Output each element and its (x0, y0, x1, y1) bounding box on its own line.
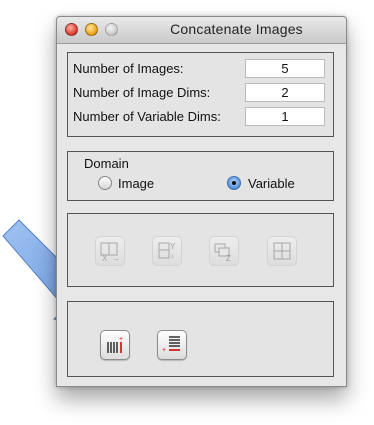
concat-y-icon: Y ↓ (158, 242, 176, 260)
window-title: Concatenate Images (170, 21, 303, 37)
append-variable-row-icon: + (162, 336, 180, 354)
num-variable-dims-label: Number of Variable Dims: (73, 109, 221, 124)
concat-z-button[interactable]: Z (209, 236, 239, 266)
svg-text:Y: Y (170, 242, 176, 251)
close-icon[interactable] (65, 23, 78, 36)
grid-tile-icon (273, 242, 291, 260)
svg-text:+: + (119, 336, 123, 343)
append-variable-column-button[interactable]: + (100, 330, 130, 360)
zoom-icon[interactable] (105, 23, 118, 36)
svg-text:+: + (162, 347, 166, 354)
num-images-row: Number of Images: 5 (68, 59, 333, 79)
num-image-dims-label: Number of Image Dims: (73, 85, 211, 100)
num-image-dims-row: Number of Image Dims: 2 (68, 83, 333, 103)
svg-text:↓: ↓ (170, 251, 174, 260)
radio-variable[interactable] (227, 176, 241, 190)
svg-text:Z: Z (226, 254, 231, 262)
parameters-panel: Number of Images: 5 Number of Image Dims… (67, 52, 334, 137)
concat-y-button[interactable]: Y ↓ (152, 236, 182, 266)
radio-variable-label[interactable]: Variable (248, 176, 295, 191)
svg-text:X: X (102, 254, 108, 262)
minimize-icon[interactable] (85, 23, 98, 36)
append-variable-row-button[interactable]: + (157, 330, 187, 360)
grid-tile-button[interactable] (267, 236, 297, 266)
num-images-field[interactable]: 5 (245, 59, 325, 78)
concatenate-images-window: Concatenate Images Number of Images: 5 N… (56, 16, 347, 387)
svg-text:→: → (112, 254, 120, 262)
title-bar[interactable]: Concatenate Images (57, 17, 346, 44)
dimension-buttons-panel: X → Y ↓ Z (67, 213, 334, 287)
variable-buttons-panel: + + (67, 301, 334, 377)
num-variable-dims-row: Number of Variable Dims: 1 (68, 107, 333, 127)
radio-image-label[interactable]: Image (118, 176, 154, 191)
concat-x-button[interactable]: X → (95, 236, 125, 266)
domain-panel: Domain Image Variable (67, 151, 334, 201)
radio-image[interactable] (98, 176, 112, 190)
concat-z-icon: Z (214, 243, 231, 262)
concat-x-icon: X → (100, 242, 120, 262)
num-variable-dims-field[interactable]: 1 (245, 107, 325, 126)
domain-label: Domain (84, 156, 129, 171)
num-images-label: Number of Images: (73, 61, 184, 76)
num-image-dims-field[interactable]: 2 (245, 83, 325, 102)
append-variable-column-icon: + (107, 336, 123, 353)
